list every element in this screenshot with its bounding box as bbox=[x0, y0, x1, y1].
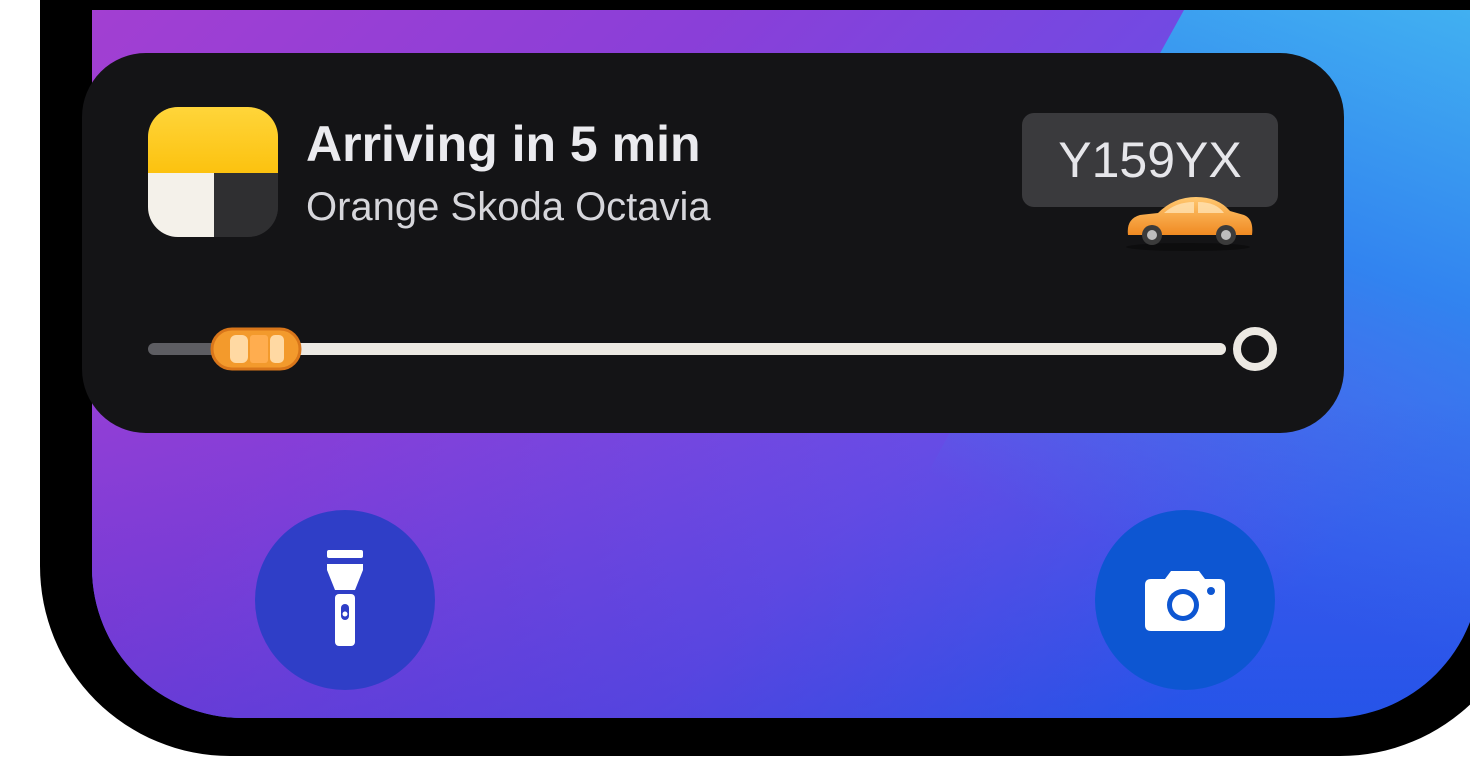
flashlight-button[interactable] bbox=[255, 510, 435, 690]
destination-ring-icon bbox=[1233, 327, 1277, 371]
orange-car-icon bbox=[1126, 197, 1253, 251]
lock-screen: Arriving in 5 min Orange Skoda Octavia Y… bbox=[0, 0, 1470, 758]
camera-icon bbox=[1145, 571, 1225, 631]
flashlight-icon bbox=[327, 550, 363, 646]
progress-remaining bbox=[256, 343, 1226, 355]
car-position-icon bbox=[210, 327, 302, 371]
arrival-title: Arriving in 5 min bbox=[306, 116, 701, 172]
car-description: Orange Skoda Octavia bbox=[306, 185, 711, 229]
camera-button[interactable] bbox=[1095, 510, 1275, 690]
yandex-go-app-icon bbox=[148, 107, 278, 237]
live-activity-card[interactable]: Arriving in 5 min Orange Skoda Octavia Y… bbox=[82, 53, 1344, 433]
trip-progress-bar bbox=[148, 319, 1280, 379]
